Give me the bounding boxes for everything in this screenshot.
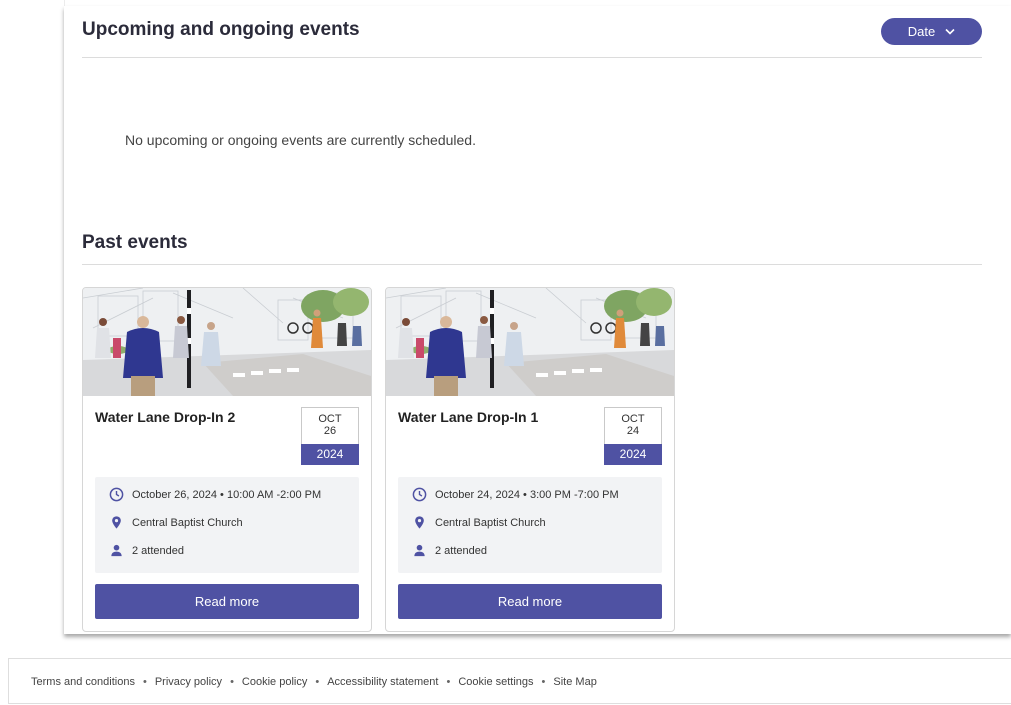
date-sort-button[interactable]: Date [881,18,982,45]
empty-events-message: No upcoming or ongoing events are curren… [125,132,476,148]
event-location: Central Baptist Church [435,516,546,529]
event-date-badge: OCT 26 2024 [301,407,359,465]
footer-link-cookie-policy[interactable]: Cookie policy [242,676,307,688]
read-more-button[interactable]: Read more [95,584,359,619]
footer-link-terms[interactable]: Terms and conditions [31,676,135,688]
footer-left-border [8,658,9,704]
clock-icon [109,487,124,502]
event-month: OCT [318,413,342,425]
event-month: OCT [621,413,645,425]
event-datetime: October 24, 2024 • 3:00 PM -7:00 PM [435,488,619,501]
event-location-row: Central Baptist Church [412,515,546,530]
event-attendance-row: 2 attended [109,543,184,558]
event-image [386,288,674,396]
person-icon [111,544,122,557]
event-card[interactable]: Water Lane Drop-In 1 OCT 24 2024 October… [385,287,675,632]
read-more-button[interactable]: Read more [398,584,662,619]
event-day: 24 [626,425,640,437]
footer-bottom-border [8,703,1011,704]
event-datetime-row: October 24, 2024 • 3:00 PM -7:00 PM [412,487,619,502]
event-year: 2024 [604,444,662,465]
event-day: 26 [323,425,337,437]
upcoming-header: Upcoming and ongoing events Date [82,18,982,58]
footer-separator: • [142,676,147,688]
past-header: Past events [82,231,982,265]
map-pin-icon [415,516,424,529]
footer-link-site-map[interactable]: Site Map [553,676,596,688]
date-sort-label: Date [907,24,936,39]
footer-top-border [8,658,1011,659]
event-details: October 24, 2024 • 3:00 PM -7:00 PM Cent… [398,477,662,573]
clock-icon [412,487,427,502]
past-title: Past events [82,232,188,253]
event-location: Central Baptist Church [132,516,243,529]
event-datetime-row: October 26, 2024 • 10:00 AM -2:00 PM [109,487,321,502]
event-image [83,288,371,396]
footer-link-accessibility[interactable]: Accessibility statement [327,676,438,688]
event-card[interactable]: Water Lane Drop-In 2 OCT 26 2024 October… [82,287,372,632]
footer-separator: • [541,676,546,688]
person-icon [414,544,425,557]
event-attendance: 2 attended [435,544,487,557]
footer-link-privacy[interactable]: Privacy policy [155,676,222,688]
event-attendance-row: 2 attended [412,543,487,558]
event-date-badge: OCT 24 2024 [604,407,662,465]
event-location-row: Central Baptist Church [109,515,243,530]
event-title[interactable]: Water Lane Drop-In 2 [95,409,235,425]
footer-separator: • [230,676,234,688]
event-attendance: 2 attended [132,544,184,557]
event-details: October 26, 2024 • 10:00 AM -2:00 PM Cen… [95,477,359,573]
footer-separator: • [446,676,451,688]
event-year: 2024 [301,444,359,465]
footer-links: Terms and conditions • Privacy policy • … [31,676,597,688]
upcoming-title: Upcoming and ongoing events [82,19,360,40]
chevron-down-icon [945,28,955,35]
footer-link-cookie-settings[interactable]: Cookie settings [458,676,533,688]
event-datetime: October 26, 2024 • 10:00 AM -2:00 PM [132,488,322,501]
map-pin-icon [112,516,121,529]
event-title[interactable]: Water Lane Drop-In 1 [398,409,538,425]
footer-separator: • [315,676,320,688]
